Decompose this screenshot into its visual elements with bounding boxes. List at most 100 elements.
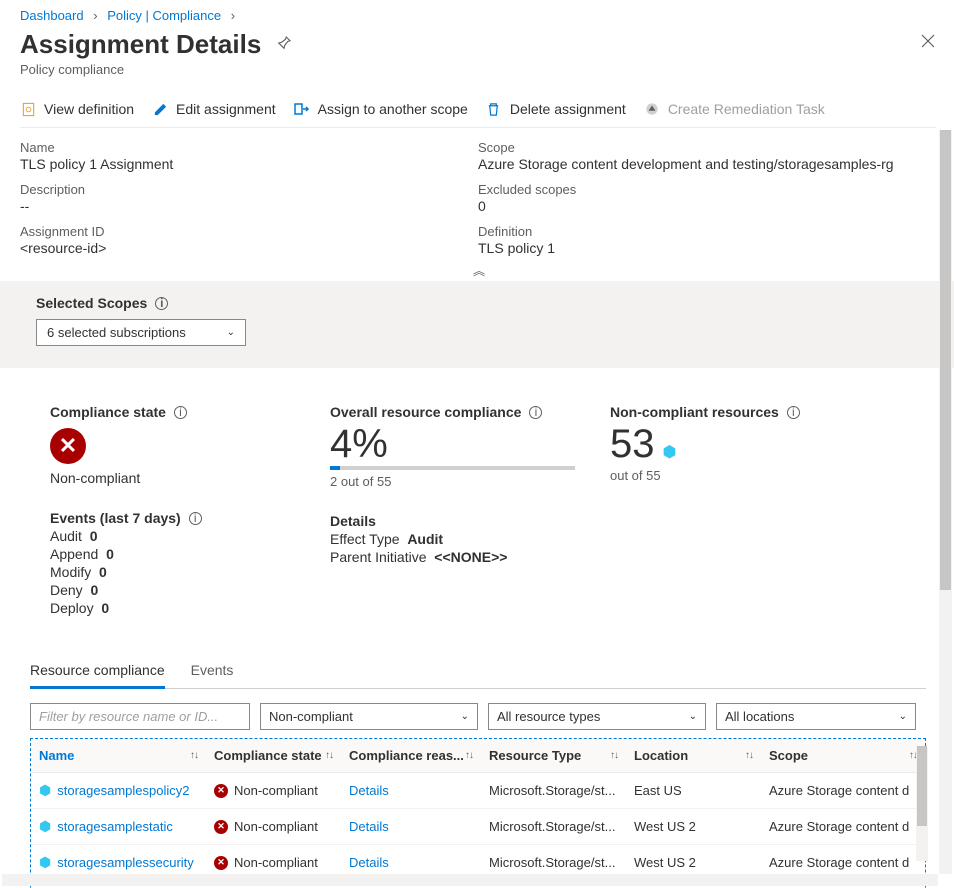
resource-name-link[interactable]: storagesamplespolicy2 — [57, 783, 189, 798]
sort-icon: ↑↓ — [610, 750, 618, 761]
deny-label: Deny — [50, 582, 83, 598]
scope-label: Scope — [478, 140, 936, 155]
location-filter-value: All locations — [725, 709, 794, 724]
assignment-id-value: <resource-id> — [20, 240, 478, 256]
details-link[interactable]: Details — [349, 819, 389, 834]
toolbar: View definition Edit assignment Assign t… — [20, 95, 936, 128]
modify-value: 0 — [99, 564, 107, 580]
compliance-state-cell: Non-compliant — [234, 855, 318, 870]
resource-type-cell: Microsoft.Storage/st... — [481, 809, 626, 844]
close-icon[interactable] — [920, 33, 936, 52]
excluded-scopes-value: 0 — [478, 198, 936, 214]
col-scope-header[interactable]: Scope↑↓ — [761, 739, 925, 772]
document-icon — [20, 101, 36, 117]
vertical-scrollbar[interactable] — [939, 130, 952, 874]
noncompliant-icon: ✕ — [214, 784, 228, 798]
assign-scope-button[interactable]: Assign to another scope — [294, 101, 468, 117]
info-icon[interactable]: i — [529, 406, 542, 419]
sort-icon: ↑↓ — [465, 750, 473, 761]
create-remediation-label: Create Remediation Task — [668, 101, 825, 117]
deploy-value: 0 — [101, 600, 109, 616]
chevron-down-icon: ⌄ — [461, 711, 469, 722]
page-title: Assignment Details — [20, 29, 261, 60]
definition-value: TLS policy 1 — [478, 240, 936, 256]
info-icon[interactable]: i — [174, 406, 187, 419]
arrow-right-icon — [294, 101, 310, 117]
location-cell: West US 2 — [626, 809, 761, 844]
info-icon[interactable]: i — [189, 512, 202, 525]
resourcetype-filter-value: All resource types — [497, 709, 600, 724]
chevron-down-icon: ⌄ — [227, 327, 235, 338]
selected-scopes-dropdown[interactable]: 6 selected subscriptions ⌄ — [36, 319, 246, 346]
compliance-state-value: Non-compliant — [50, 470, 320, 486]
location-filter-select[interactable]: All locations⌄ — [716, 703, 916, 730]
assignment-id-label: Assignment ID — [20, 224, 478, 239]
events-label: Events (last 7 days) — [50, 510, 181, 526]
append-label: Append — [50, 546, 98, 562]
noncompliant-icon: ✕ — [214, 856, 228, 870]
remediation-icon — [644, 101, 660, 117]
info-icon[interactable]: i — [787, 406, 800, 419]
location-cell: East US — [626, 773, 761, 808]
modify-label: Modify — [50, 564, 91, 580]
noncompliant-icon: ✕ — [214, 820, 228, 834]
noncompliant-sub: out of 55 — [610, 468, 906, 483]
col-compliance-state-header[interactable]: Compliance state↑↓ — [206, 739, 341, 772]
tab-events[interactable]: Events — [191, 656, 234, 688]
table-row[interactable]: ⬢storagesamplespolicy2✕Non-compliantDeta… — [31, 773, 925, 809]
col-compliance-reason-header[interactable]: Compliance reas...↑↓ — [341, 739, 481, 772]
audit-value: 0 — [90, 528, 98, 544]
overall-compliance-percent: 4% — [330, 424, 600, 464]
breadcrumb-separator: › — [231, 8, 235, 23]
details-link[interactable]: Details — [349, 783, 389, 798]
details-link[interactable]: Details — [349, 855, 389, 870]
chevron-down-icon: ⌄ — [689, 711, 697, 722]
edit-assignment-label: Edit assignment — [176, 101, 276, 117]
compliance-state-cell: Non-compliant — [234, 819, 318, 834]
tab-resource-compliance[interactable]: Resource compliance — [30, 656, 165, 689]
collapse-chevron-icon[interactable]: ︽ — [20, 262, 936, 279]
scope-cell: Azure Storage content d — [761, 773, 925, 808]
resourcetype-filter-select[interactable]: All resource types ⌄ — [488, 703, 706, 730]
edit-assignment-button[interactable]: Edit assignment — [152, 101, 276, 117]
breadcrumb: Dashboard › Policy | Compliance › — [20, 0, 936, 23]
col-name-header[interactable]: Name↑↓ — [31, 739, 206, 772]
breadcrumb-separator: › — [93, 8, 97, 23]
col-resource-type-header[interactable]: Resource Type↑↓ — [481, 739, 626, 772]
resource-type-cell: Microsoft.Storage/st... — [481, 773, 626, 808]
parent-initiative-value: <<NONE>> — [434, 549, 507, 565]
deploy-label: Deploy — [50, 600, 94, 616]
deny-value: 0 — [90, 582, 98, 598]
pencil-icon — [152, 101, 168, 117]
effect-type-value: Audit — [407, 531, 443, 547]
assign-scope-label: Assign to another scope — [318, 101, 468, 117]
filter-input[interactable] — [30, 703, 250, 730]
breadcrumb-dashboard[interactable]: Dashboard — [20, 8, 84, 23]
noncompliant-resources-label: Non-compliant resources — [610, 404, 779, 420]
append-value: 0 — [106, 546, 114, 562]
compliance-filter-select[interactable]: Non-compliant⌄ — [260, 703, 478, 730]
create-remediation-button: Create Remediation Task — [644, 101, 825, 117]
view-definition-button[interactable]: View definition — [20, 101, 134, 117]
info-icon[interactable]: i — [155, 297, 168, 310]
pin-icon[interactable] — [275, 34, 293, 55]
compliance-state-cell: Non-compliant — [234, 783, 318, 798]
resource-name-link[interactable]: storagesamplessecurity — [57, 855, 194, 870]
col-location-header[interactable]: Location↑↓ — [626, 739, 761, 772]
grid-scrollbar[interactable] — [916, 746, 928, 861]
selected-scopes-value: 6 selected subscriptions — [47, 325, 186, 340]
horizontal-scrollbar[interactable] — [2, 874, 938, 886]
noncompliant-count: 53 — [610, 424, 655, 464]
breadcrumb-policy[interactable]: Policy | Compliance — [107, 8, 221, 23]
effect-type-label: Effect Type — [330, 531, 400, 547]
overall-compliance-label: Overall resource compliance — [330, 404, 521, 420]
sort-icon: ↑↓ — [745, 750, 753, 761]
resources-grid: Name↑↓ Compliance state↑↓ Compliance rea… — [30, 738, 926, 888]
resource-name-link[interactable]: storagesamplestatic — [57, 819, 173, 834]
sort-icon: ↑↓ — [325, 750, 333, 761]
sort-icon: ↑↓ — [190, 750, 198, 761]
resource-icon: ⬢ — [39, 818, 51, 835]
resource-icon: ⬢ — [39, 854, 51, 871]
delete-assignment-button[interactable]: Delete assignment — [486, 101, 626, 117]
table-row[interactable]: ⬢ storagesamplestatic ✕ Non-compliant Detail… — [31, 809, 925, 845]
